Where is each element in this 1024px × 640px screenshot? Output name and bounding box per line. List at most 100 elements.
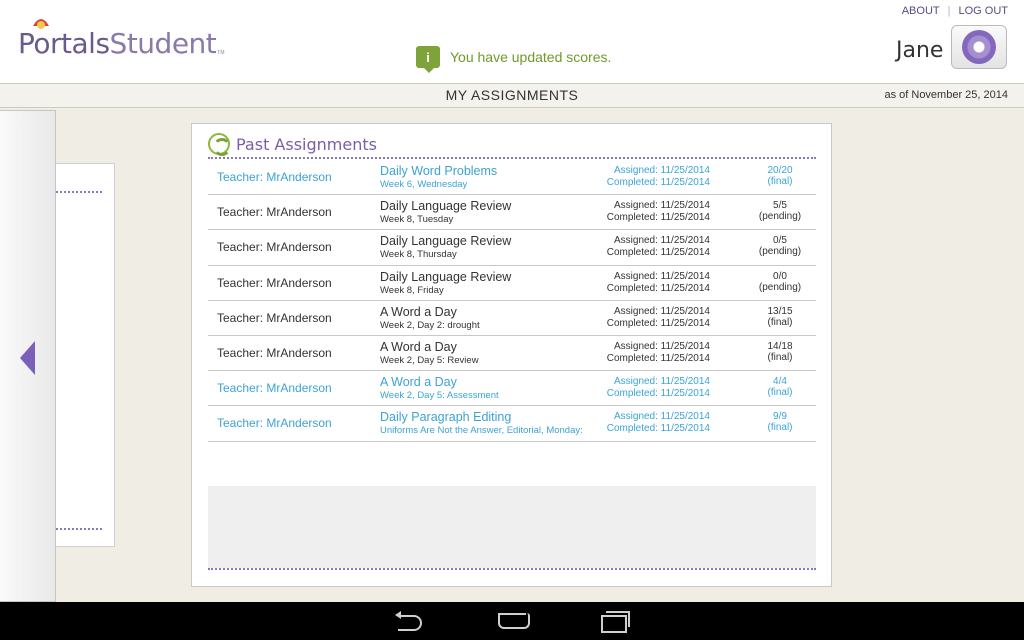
score: 13/15 (final) (748, 306, 812, 328)
assignment-subtitle: Week 2, Day 5: Review (380, 354, 479, 366)
assignment-subtitle: Week 8, Tuesday (380, 214, 454, 226)
side-panel (56, 163, 115, 547)
assignment-dates: Assigned: 11/25/2014 Completed: 11/25/201… (607, 235, 710, 259)
assignment-subtitle: Week 6, Wednesday (380, 179, 468, 190)
refresh-icon[interactable] (208, 133, 231, 156)
assigned-date: Assigned: 11/25/2014 (613, 200, 710, 212)
assigned-date: Assigned: 11/25/2014 (613, 165, 710, 176)
completed-date: Completed: 11/25/2014 (606, 317, 710, 329)
score: 0/0 (pending) (748, 271, 812, 293)
score-value: 0/5 (773, 235, 787, 247)
assignment-name: Daily Paragraph Editing (380, 410, 512, 425)
assignment-subtitle: Week 8, Friday (380, 284, 444, 296)
score: 0/5 (pending) (748, 235, 812, 257)
assignment-name: A Word a Day (380, 375, 457, 390)
assignment-name: A Word a Day (380, 304, 457, 319)
assignment-dates: Assigned: 11/25/2014 Completed: 11/25/201… (607, 200, 710, 224)
table-row[interactable]: Teacher: MrAnderson Daily Word Problems We… (208, 160, 816, 196)
table-row[interactable]: Teacher: MrAnderson Daily Language Review… (208, 195, 816, 231)
teacher-name: Teacher: MrAnderson (217, 310, 332, 325)
as-of-date: as of November 25, 2014 (884, 89, 1008, 101)
portals-student-logo: PortalsStudent TM (18, 19, 225, 64)
past-assignments-card: Past Assignments Teacher: MrAnderson Dail… (191, 123, 832, 587)
assignment-subtitle: Uniforms Are Not the Answer, Editorial, … (380, 425, 583, 437)
card-title: Past Assignments (236, 134, 377, 154)
assignment-subtitle: Week 8, Thursday (380, 249, 457, 261)
completed-date: Completed: 11/25/2014 (606, 247, 710, 259)
about-link[interactable]: ABOUT (902, 5, 940, 17)
assignment-dates: Assigned: 11/25/2014 Completed: 11/25/201… (607, 165, 710, 189)
title-bar: MY ASSIGNMENTS as of November 25, 2014 (0, 83, 1024, 108)
assigned-date: Assigned: 11/25/2014 (613, 235, 710, 247)
assignments-list: Teacher: MrAnderson Daily Word Problems We… (208, 160, 816, 442)
notice-text: You have updated scores. (450, 49, 612, 65)
app-header: PortalsStudent TM i You have updated sco… (0, 0, 1024, 83)
score-value: 0/0 (773, 270, 787, 282)
completed-date: Completed: 11/25/2014 (606, 388, 710, 400)
info-icon: i (416, 46, 440, 73)
table-row[interactable]: Teacher: MrAnderson A Word a Day Week 2, D… (208, 336, 816, 372)
score-value: 4/4 (773, 376, 787, 388)
recent-apps-icon[interactable] (601, 611, 631, 633)
empty-area (208, 486, 816, 568)
score: 14/18 (final) (748, 341, 812, 363)
table-row[interactable]: Teacher: MrAnderson Daily Language Review… (208, 266, 816, 301)
score-status: (final) (767, 316, 793, 328)
teacher-name: Teacher: MrAnderson (217, 170, 332, 184)
teacher-name: Teacher: MrAnderson (217, 381, 332, 396)
score: 5/5 (pending) (748, 200, 812, 222)
top-links: ABOUT | LOG OUT (902, 5, 1008, 17)
assignment-name: Daily Language Review (380, 199, 512, 214)
score: 20/20 (final) (748, 165, 812, 187)
assigned-date: Assigned: 11/25/2014 (613, 411, 710, 423)
completed-date: Completed: 11/25/2014 (606, 177, 710, 188)
teacher-name: Teacher: MrAnderson (217, 275, 332, 290)
teacher-name: Teacher: MrAnderson (217, 416, 332, 431)
assigned-date: Assigned: 11/25/2014 (613, 340, 710, 352)
score-status: (final) (767, 387, 793, 399)
assignment-subtitle: Week 2, Day 2: drought (380, 319, 480, 331)
assigned-date: Assigned: 11/25/2014 (613, 270, 710, 282)
home-icon[interactable] (498, 611, 530, 631)
assignment-dates: Assigned: 11/25/2014 Completed: 11/25/201… (607, 376, 710, 400)
android-navigation-bar (0, 602, 1024, 640)
assignment-subtitle: Week 2, Day 5: Assessment (380, 390, 499, 402)
divider (56, 191, 102, 193)
score-value: 5/5 (773, 200, 787, 212)
assigned-date: Assigned: 11/25/2014 (613, 305, 710, 317)
logo-trademark: TM (217, 50, 225, 56)
assigned-date: Assigned: 11/25/2014 (613, 376, 710, 388)
updated-scores-notice: i You have updated scores. (416, 46, 612, 73)
table-row[interactable]: Teacher: MrAnderson Daily Paragraph Editi… (208, 406, 816, 442)
chevron-left-icon[interactable] (20, 341, 35, 375)
score-status: (pending) (758, 211, 802, 223)
back-icon[interactable] (395, 611, 425, 631)
completed-date: Completed: 11/25/2014 (606, 282, 710, 294)
divider (56, 528, 102, 530)
settings-button[interactable] (951, 25, 1007, 69)
table-row[interactable]: Teacher: MrAnderson A Word a Day Week 2, D… (208, 371, 816, 407)
score-status: (pending) (758, 281, 802, 293)
score-value: 13/15 (767, 305, 793, 317)
side-drawer-handle[interactable] (0, 110, 56, 602)
divider (208, 157, 816, 159)
score-status: (pending) (758, 246, 802, 258)
logout-link[interactable]: LOG OUT (958, 5, 1008, 17)
teacher-name: Teacher: MrAnderson (217, 240, 332, 255)
score: 4/4 (final) (748, 376, 812, 398)
portals-logo-icon (33, 19, 49, 29)
username: Jane (896, 38, 944, 63)
completed-date: Completed: 11/25/2014 (606, 212, 710, 224)
score-value: 9/9 (773, 411, 787, 423)
teacher-name: Teacher: MrAnderson (217, 345, 332, 360)
main-content: Past Assignments Teacher: MrAnderson Dail… (0, 108, 1024, 602)
score-status: (final) (767, 351, 793, 363)
score: 9/9 (final) (748, 411, 812, 433)
score-value: 14/18 (767, 340, 793, 352)
card-header: Past Assignments (208, 130, 377, 158)
table-row[interactable]: Teacher: MrAnderson A Word a Day Week 2, D… (208, 301, 816, 336)
completed-date: Completed: 11/25/2014 (606, 352, 710, 364)
score-status: (final) (767, 422, 793, 434)
table-row[interactable]: Teacher: MrAnderson Daily Language Review… (208, 230, 816, 266)
assignment-dates: Assigned: 11/25/2014 Completed: 11/25/201… (607, 271, 710, 295)
